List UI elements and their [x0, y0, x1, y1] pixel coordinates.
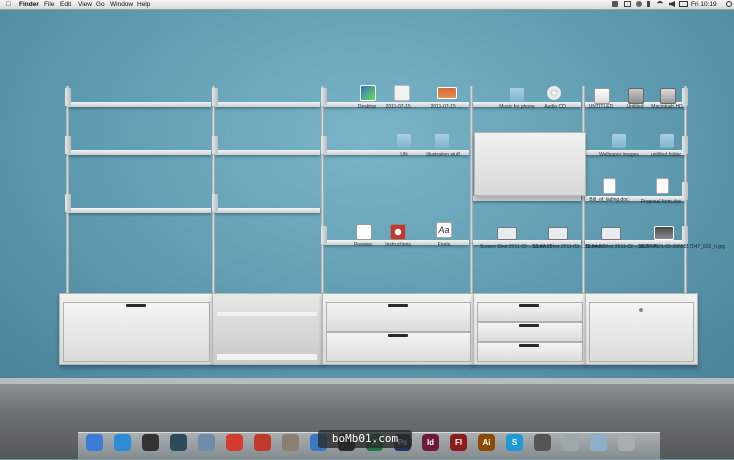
- menu-edit[interactable]: Edit: [60, 0, 71, 9]
- screenshot-file-icon[interactable]: [497, 227, 517, 240]
- wallpaper-baseboard: [0, 378, 734, 384]
- dock-illustrator-icon[interactable]: Ai: [478, 434, 495, 451]
- dock-skype-icon[interactable]: S: [506, 434, 523, 451]
- dock-trash-icon[interactable]: [618, 434, 635, 451]
- drive-icon[interactable]: [594, 88, 610, 104]
- volume-icon[interactable]: [669, 1, 675, 7]
- desktop-icon-label: Music for phone: [499, 104, 535, 110]
- base-cabinet: [585, 293, 698, 365]
- desktop-icon-label: Untitled: [626, 104, 644, 110]
- menu-file[interactable]: File: [44, 0, 54, 9]
- desktop-icon-label: untitled folder: [650, 152, 682, 158]
- dock-time-machine-icon[interactable]: [170, 434, 187, 451]
- cd-icon[interactable]: [547, 86, 561, 100]
- battery-icon[interactable]: [679, 1, 688, 7]
- menu-window[interactable]: Window: [110, 0, 133, 9]
- dock-calendar-icon[interactable]: [254, 434, 271, 451]
- desktop-icon-label: Fonts: [437, 242, 451, 248]
- shelf: [212, 136, 320, 155]
- dock-flash-icon[interactable]: Fl: [450, 434, 467, 451]
- desktop-icon-label: Audio CD: [544, 104, 566, 110]
- menu-go[interactable]: Go: [96, 0, 105, 9]
- dock-preview-icon[interactable]: [198, 434, 215, 451]
- font-file-icon[interactable]: Aa: [436, 222, 452, 238]
- folder-icon[interactable]: [612, 134, 626, 148]
- desktop-icon-label: Screen Shot 2011-02-...12.37.01: [480, 244, 553, 250]
- document-icon[interactable]: [656, 178, 669, 194]
- dock-downloads-icon[interactable]: [590, 434, 607, 451]
- desktop-icon-label: Screen Shot 2011-03-...12.24.06: [532, 244, 605, 250]
- dock-documents-icon[interactable]: [562, 434, 579, 451]
- desktop-icon-label: Instructions: [385, 242, 411, 248]
- desktop-icon-label: Preview: [354, 242, 372, 248]
- shelf: [65, 136, 211, 155]
- menu-view[interactable]: View: [78, 0, 92, 9]
- shelf-rail: [212, 86, 215, 294]
- shelf: [65, 88, 211, 107]
- shelf-rail: [470, 86, 473, 294]
- shelf-rail: [321, 86, 324, 294]
- dock-mail-icon[interactable]: [282, 434, 299, 451]
- dock-safari-icon[interactable]: [114, 434, 131, 451]
- dock-finder-icon[interactable]: [86, 434, 103, 451]
- open-cabinet: [212, 293, 324, 365]
- wall-cabinet: [474, 132, 586, 196]
- desktop-icon-label: 2011-07-15 ...: [430, 104, 462, 110]
- menu-extra-icon[interactable]: [612, 1, 618, 7]
- image-file-icon[interactable]: [360, 85, 376, 101]
- desktop-icon-label: Desktop: [357, 104, 377, 110]
- sync-icon[interactable]: [636, 1, 642, 7]
- screenshot-file-icon[interactable]: [548, 227, 568, 240]
- watermark-logo: boMb01.com: [318, 430, 412, 448]
- dock-camera-icon[interactable]: [534, 434, 551, 451]
- desktop-icon-label: 2010-07-21-02-3965517047_632_n.jpg: [638, 244, 726, 250]
- document-icon[interactable]: [603, 178, 616, 194]
- menu-clock[interactable]: Fri 10:19: [691, 0, 717, 9]
- drive-icon[interactable]: [628, 88, 644, 104]
- photo-file-icon[interactable]: [654, 226, 674, 240]
- dock-indesign-icon[interactable]: Id: [422, 434, 439, 451]
- shelf: [212, 88, 320, 107]
- drawer-cabinet: [322, 293, 475, 365]
- dock-chrome-icon[interactable]: [226, 434, 243, 451]
- bluetooth-icon[interactable]: [647, 1, 650, 7]
- hard-drive-icon[interactable]: [660, 88, 676, 104]
- desktop-icon-label: Proposal form.doc: [640, 199, 682, 205]
- base-cabinet: [59, 293, 214, 365]
- menu-bar:  Finder File Edit View Go Window Help F…: [0, 0, 734, 10]
- folder-icon[interactable]: [435, 134, 449, 148]
- shelf: [212, 194, 320, 213]
- desktop-icon-label: Bill_of_lading.doc: [589, 197, 629, 203]
- wifi-icon[interactable]: [657, 1, 663, 7]
- app-menu-finder[interactable]: Finder: [19, 0, 39, 9]
- desktop-icon-label: UNTITLED: [588, 104, 614, 110]
- apple-menu-icon[interactable]: : [6, 0, 11, 9]
- desktop-icon-label: Macintosh HD: [651, 104, 683, 110]
- shelf: [473, 196, 581, 201]
- screenshot-file-icon[interactable]: [601, 227, 621, 240]
- shelf: [65, 194, 211, 213]
- desktop-icon-label: Screen Shot 2011-02-...15.27.46: [586, 244, 659, 250]
- desktop-icon-label: Wallpaper images: [599, 152, 639, 158]
- mail-status-icon[interactable]: [624, 1, 631, 7]
- photo-file-icon[interactable]: [437, 87, 457, 99]
- desktop-icon-label: UN: [400, 152, 408, 158]
- document-icon[interactable]: [394, 85, 410, 101]
- folder-icon[interactable]: [660, 134, 674, 148]
- menu-help[interactable]: Help: [137, 0, 150, 9]
- desktop-icon-label: 2011-07-15 ...: [385, 104, 417, 110]
- preview-app-icon[interactable]: [356, 224, 372, 240]
- app-icon[interactable]: [390, 224, 406, 240]
- spotlight-icon[interactable]: [726, 1, 732, 7]
- dock-dashboard-icon[interactable]: [142, 434, 159, 451]
- shelf-rail: [66, 86, 69, 294]
- drawer-cabinet: [473, 293, 587, 365]
- desktop-icon-label: Illustration stuff: [426, 152, 460, 158]
- folder-icon[interactable]: [510, 88, 524, 102]
- folder-icon[interactable]: [397, 134, 411, 148]
